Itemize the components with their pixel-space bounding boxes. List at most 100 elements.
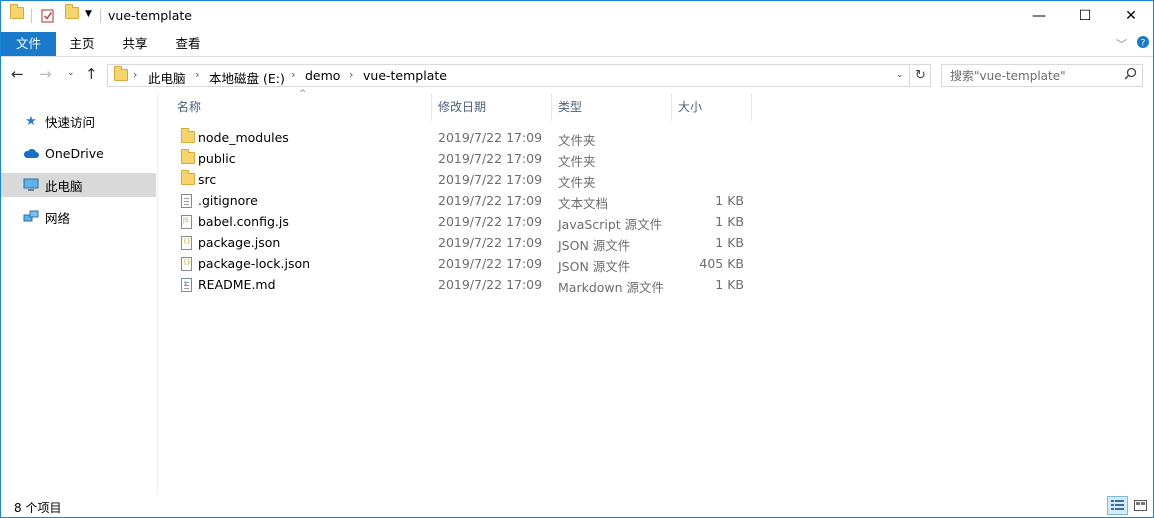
file-size: 1 KB — [715, 277, 744, 292]
customize-toolbar-icon[interactable]: ▼ — [85, 9, 92, 27]
table-row[interactable]: src 2019/7/22 17:09 文件夹 — [169, 169, 759, 190]
breadcrumb-separator[interactable]: › — [349, 68, 353, 81]
folder-icon — [181, 128, 195, 146]
file-date: 2019/7/22 17:09 — [438, 214, 543, 229]
table-row[interactable]: ↓ README.md 2019/7/22 17:09 Markdown 源文件… — [169, 274, 759, 295]
file-name: .gitignore — [198, 193, 258, 208]
file-type: JSON 源文件 — [558, 238, 631, 253]
sidebar-item-onedrive[interactable]: OneDrive — [1, 141, 156, 165]
json-file-icon: {} — [181, 236, 192, 253]
folder-icon[interactable] — [10, 4, 24, 25]
star-icon: ★ — [25, 113, 37, 129]
close-button[interactable]: ✕ — [1108, 1, 1154, 31]
new-folder-icon[interactable] — [65, 4, 79, 25]
large-icons-view-icon — [1134, 500, 1147, 511]
separator — [100, 9, 101, 23]
text-file-icon — [181, 194, 192, 211]
tab-share[interactable]: 共享 — [116, 32, 154, 56]
breadcrumb-vue-template[interactable]: vue-template — [363, 68, 447, 83]
column-header-name[interactable]: 名称 — [167, 93, 431, 121]
search-icon[interactable] — [1124, 67, 1137, 84]
sidebar-item-label: 网络 — [45, 210, 71, 226]
tab-home[interactable]: 主页 — [63, 32, 101, 56]
column-header-type[interactable]: 类型 — [548, 93, 668, 121]
markdown-file-icon: ↓ — [181, 278, 192, 295]
file-type: JSON 源文件 — [558, 259, 631, 274]
properties-icon[interactable] — [41, 8, 55, 26]
ribbon-tabs: 文件 主页 共享 查看 ﹀ ? — [1, 32, 1153, 57]
tab-file[interactable]: 文件 — [1, 32, 56, 56]
file-name: package.json — [198, 235, 281, 250]
sidebar-item-label: OneDrive — [45, 145, 104, 161]
file-name: public — [198, 151, 236, 166]
breadcrumb-local-disk[interactable]: 本地磁盘 (E:) — [209, 68, 285, 87]
file-size: 1 KB — [715, 193, 744, 208]
item-count: 8 个项目 — [14, 501, 62, 515]
file-date: 2019/7/22 17:09 — [438, 130, 543, 145]
file-type: Markdown 源文件 — [558, 280, 665, 295]
file-name: node_modules — [198, 130, 289, 145]
table-row[interactable]: public 2019/7/22 17:09 文件夹 — [169, 148, 759, 169]
file-type: 文件夹 — [558, 133, 596, 148]
table-row[interactable]: JS babel.config.js 2019/7/22 17:09 JavaS… — [169, 211, 759, 232]
file-date: 2019/7/22 17:09 — [438, 172, 543, 187]
back-icon[interactable]: ← — [11, 65, 24, 83]
table-row[interactable]: {} package.json 2019/7/22 17:09 JSON 源文件… — [169, 232, 759, 253]
table-row[interactable]: node_modules 2019/7/22 17:09 文件夹 — [169, 127, 759, 148]
refresh-button[interactable]: ↻ — [911, 64, 931, 87]
minimize-button[interactable]: — — [1016, 1, 1062, 31]
json-file-icon: {} — [181, 257, 192, 274]
address-bar[interactable]: › 此电脑 › 本地磁盘 (E:) › demo › vue-template … — [107, 64, 910, 87]
details-view-icon — [1111, 500, 1124, 510]
breadcrumb-this-pc[interactable]: 此电脑 — [148, 68, 186, 87]
sidebar-item-label: 快速访问 — [45, 114, 96, 130]
large-icons-view-button[interactable] — [1130, 496, 1151, 515]
breadcrumb-demo[interactable]: demo — [305, 68, 340, 83]
address-dropdown-icon[interactable]: ⌄ — [896, 70, 904, 80]
folder-icon — [114, 66, 128, 84]
details-view-button[interactable] — [1107, 496, 1128, 515]
up-icon[interactable]: ↑ — [85, 65, 98, 83]
window-title: vue-template — [108, 8, 192, 23]
file-date: 2019/7/22 17:09 — [438, 151, 543, 166]
file-list: ^ 名称 修改日期 类型 大小 node_modules 2019/7/22 1… — [159, 89, 1153, 495]
file-size: 405 KB — [699, 256, 744, 271]
forward-icon[interactable]: → — [39, 65, 52, 83]
title-bar: ▼ vue-template — ☐ ✕ — [1, 1, 1153, 32]
table-row[interactable]: {} package-lock.json 2019/7/22 17:09 JSO… — [169, 253, 759, 274]
file-name: README.md — [198, 277, 276, 292]
help-icon[interactable]: ? — [1136, 35, 1150, 52]
status-bar: 8 个项目 — [1, 495, 1153, 517]
column-header-size[interactable]: 大小 — [668, 93, 748, 121]
js-file-icon: JS — [181, 215, 192, 232]
breadcrumb-separator[interactable]: › — [195, 68, 199, 81]
file-size: 1 KB — [715, 214, 744, 229]
column-header-date[interactable]: 修改日期 — [428, 93, 548, 121]
sidebar-item-network[interactable]: 网络 — [1, 205, 156, 229]
file-name: src — [198, 172, 217, 187]
file-type: 文件夹 — [558, 175, 596, 190]
expand-ribbon-icon[interactable]: ﹀ — [1116, 36, 1127, 52]
file-size: 1 KB — [715, 235, 744, 250]
file-type: 文件夹 — [558, 154, 596, 169]
search-input[interactable] — [942, 65, 1112, 86]
recent-locations-icon[interactable]: ⌄ — [67, 68, 75, 78]
explorer-window: ▼ vue-template — ☐ ✕ 文件 主页 共享 查看 ﹀ ? ← →… — [0, 0, 1154, 518]
breadcrumb-separator[interactable]: › — [291, 68, 295, 81]
table-row[interactable]: .gitignore 2019/7/22 17:09 文本文档 1 KB — [169, 190, 759, 211]
sidebar-item-quick-access[interactable]: ★ 快速访问 — [1, 109, 156, 133]
svg-text:?: ? — [1141, 39, 1146, 49]
tab-view[interactable]: 查看 — [169, 32, 207, 56]
column-divider[interactable] — [751, 93, 752, 121]
search-box — [941, 64, 1143, 87]
breadcrumb-separator[interactable]: › — [133, 68, 137, 81]
file-date: 2019/7/22 17:09 — [438, 235, 543, 250]
network-icon — [23, 210, 39, 224]
file-date: 2019/7/22 17:09 — [438, 256, 543, 271]
sidebar-item-this-pc[interactable]: 此电脑 — [1, 173, 156, 197]
sidebar-item-label: 此电脑 — [45, 178, 83, 194]
maximize-button[interactable]: ☐ — [1062, 1, 1108, 31]
folder-icon — [181, 170, 195, 188]
file-name: package-lock.json — [198, 256, 311, 271]
computer-icon — [23, 178, 39, 192]
